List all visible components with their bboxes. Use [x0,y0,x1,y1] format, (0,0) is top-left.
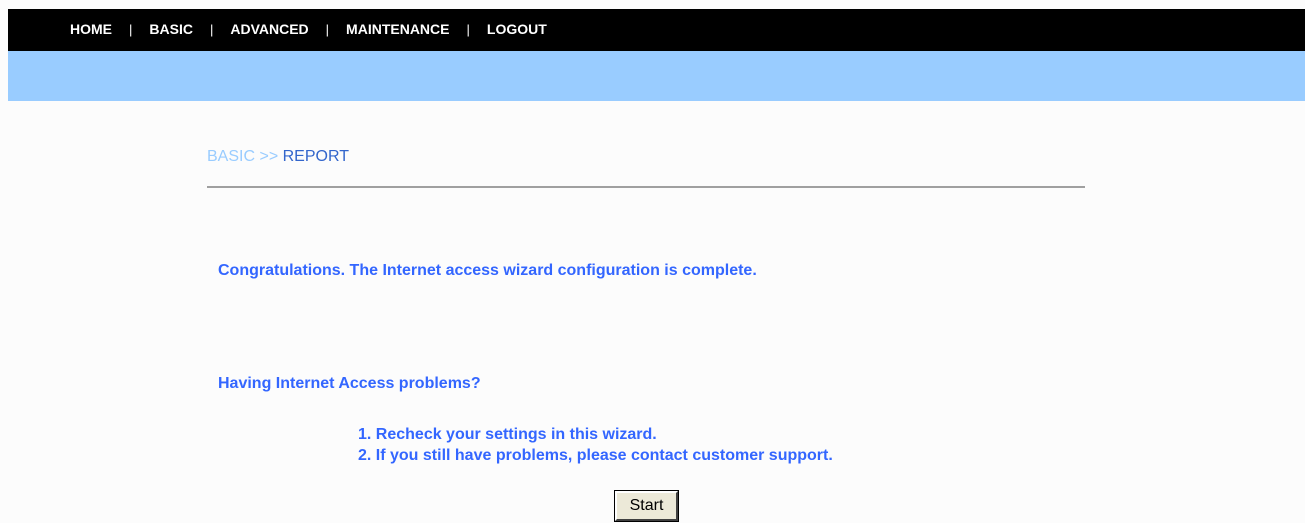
nav-separator: | [325,21,330,37]
breadcrumb-current: REPORT [282,148,349,165]
congratulations-message: Congratulations. The Internet access wiz… [218,262,757,279]
nav-advanced[interactable]: ADVANCED [230,21,308,37]
nav-basic[interactable]: BASIC [149,21,193,37]
nav-logout[interactable]: LOGOUT [487,21,547,37]
nav-separator: | [129,21,133,37]
step-item: 1. Recheck your settings in this wizard. [358,426,657,443]
nav-menu: HOME | BASIC | ADVANCED | MAINTENANCE | … [8,21,547,37]
nav-separator: | [466,21,470,37]
nav-maintenance[interactable]: MAINTENANCE [346,21,449,37]
nav-separator: | [209,21,214,37]
breadcrumb: BASIC >> REPORT [207,148,349,166]
page: HOME | BASIC | ADVANCED | MAINTENANCE | … [0,0,1305,523]
header-band [8,51,1305,101]
problems-heading: Having Internet Access problems? [218,375,481,392]
divider [207,186,1085,188]
breadcrumb-basic[interactable]: BASIC [207,148,255,165]
troubleshooting-steps: 1. Recheck your settings in this wizard.… [358,424,833,466]
step-item: 2. If you still have problems, please co… [358,447,833,464]
breadcrumb-separator: >> [259,148,279,165]
start-button[interactable]: Start [614,490,679,522]
nav-home[interactable]: HOME [70,21,112,37]
top-navigation-bar: HOME | BASIC | ADVANCED | MAINTENANCE | … [8,9,1305,51]
